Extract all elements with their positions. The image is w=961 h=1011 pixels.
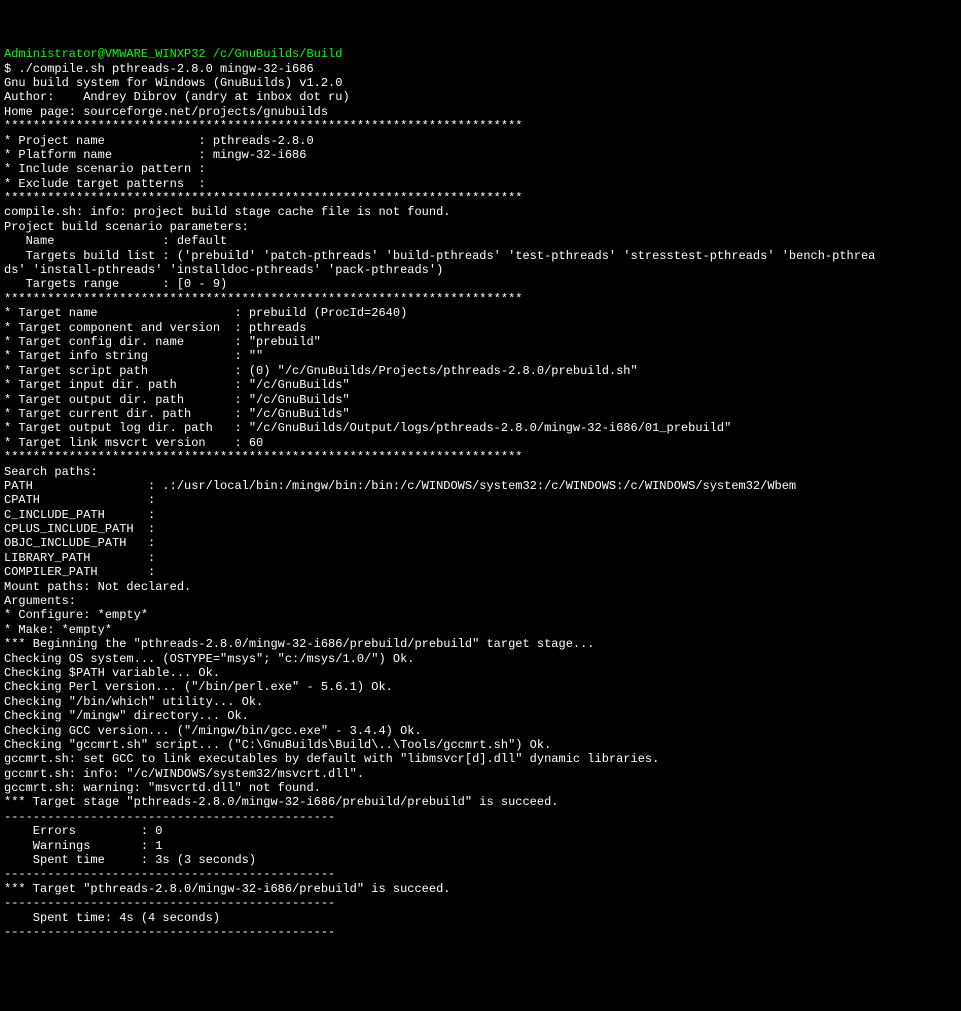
terminal-line: * Target info string : "" [4, 349, 961, 363]
terminal-line: gccmrt.sh: set GCC to link executables b… [4, 752, 961, 766]
terminal-line: ****************************************… [4, 191, 961, 205]
terminal-line: Errors : 0 [4, 824, 961, 838]
terminal-line: ds' 'install-pthreads' 'installdoc-pthre… [4, 263, 961, 277]
terminal-line: * Include scenario pattern : [4, 162, 961, 176]
terminal-line: Arguments: [4, 594, 961, 608]
terminal-line: * Target output dir. path : "/c/GnuBuild… [4, 393, 961, 407]
terminal-line: Checking GCC version... ("/mingw/bin/gcc… [4, 724, 961, 738]
terminal-line: Checking OS system... (OSTYPE="msys"; "c… [4, 652, 961, 666]
terminal-line: ****************************************… [4, 292, 961, 306]
terminal-line: Checking "/bin/which" utility... Ok. [4, 695, 961, 709]
terminal-line: Checking $PATH variable... Ok. [4, 666, 961, 680]
terminal-line: Targets build list : ('prebuild' 'patch-… [4, 249, 961, 263]
terminal-output: $ ./compile.sh pthreads-2.8.0 mingw-32-i… [4, 62, 961, 940]
terminal-line: ****************************************… [4, 119, 961, 133]
terminal-line: C_INCLUDE_PATH : [4, 508, 961, 522]
terminal-line: Mount paths: Not declared. [4, 580, 961, 594]
terminal-line: ****************************************… [4, 450, 961, 464]
terminal-line: * Exclude target patterns : [4, 177, 961, 191]
terminal-line: ----------------------------------------… [4, 810, 961, 824]
terminal-line: * Target output log dir. path : "/c/GnuB… [4, 421, 961, 435]
terminal-line: * Target script path : (0) "/c/GnuBuilds… [4, 364, 961, 378]
terminal-line: * Target link msvcrt version : 60 [4, 436, 961, 450]
terminal-line: Checking "/mingw" directory... Ok. [4, 709, 961, 723]
terminal-line: * Target component and version : pthread… [4, 321, 961, 335]
terminal-line: ----------------------------------------… [4, 925, 961, 939]
terminal-line: * Make: *empty* [4, 623, 961, 637]
terminal-line: PATH : .:/usr/local/bin:/mingw/bin:/bin:… [4, 479, 961, 493]
terminal-line: compile.sh: info: project build stage ca… [4, 205, 961, 219]
terminal-line: * Target current dir. path : "/c/GnuBuil… [4, 407, 961, 421]
terminal-line: CPATH : [4, 493, 961, 507]
terminal-titlebar: Administrator@VMWARE_WINXP32 /c/GnuBuild… [4, 47, 342, 61]
terminal-line: *** Target "pthreads-2.8.0/mingw-32-i686… [4, 882, 961, 896]
terminal-line: OBJC_INCLUDE_PATH : [4, 536, 961, 550]
terminal-line: * Target input dir. path : "/c/GnuBuilds… [4, 378, 961, 392]
terminal-line: Gnu build system for Windows (GnuBuilds)… [4, 76, 961, 90]
terminal-line: Spent time : 3s (3 seconds) [4, 853, 961, 867]
terminal-line: * Target config dir. name : "prebuild" [4, 335, 961, 349]
terminal-line: LIBRARY_PATH : [4, 551, 961, 565]
terminal-line: Spent time: 4s (4 seconds) [4, 911, 961, 925]
terminal-line: ----------------------------------------… [4, 896, 961, 910]
terminal-line: $ ./compile.sh pthreads-2.8.0 mingw-32-i… [4, 62, 961, 76]
terminal-line: * Project name : pthreads-2.8.0 [4, 134, 961, 148]
terminal-line: CPLUS_INCLUDE_PATH : [4, 522, 961, 536]
terminal-line: gccmrt.sh: warning: "msvcrtd.dll" not fo… [4, 781, 961, 795]
terminal-line: Author: Andrey Dibrov (andry at inbox do… [4, 90, 961, 104]
terminal-line: * Configure: *empty* [4, 608, 961, 622]
terminal-line: COMPILER_PATH : [4, 565, 961, 579]
terminal-line: Home page: sourceforge.net/projects/gnub… [4, 105, 961, 119]
terminal-line: Name : default [4, 234, 961, 248]
terminal-line: Warnings : 1 [4, 839, 961, 853]
terminal-line: Checking Perl version... ("/bin/perl.exe… [4, 680, 961, 694]
terminal-line: gccmrt.sh: info: "/c/WINDOWS/system32/ms… [4, 767, 961, 781]
terminal-line: * Platform name : mingw-32-i686 [4, 148, 961, 162]
terminal-line: Checking "gccmrt.sh" script... ("C:\GnuB… [4, 738, 961, 752]
terminal-line: *** Beginning the "pthreads-2.8.0/mingw-… [4, 637, 961, 651]
terminal-line: ----------------------------------------… [4, 867, 961, 881]
terminal-line: Search paths: [4, 465, 961, 479]
terminal-line: * Target name : prebuild (ProcId=2640) [4, 306, 961, 320]
terminal-line: Targets range : [0 - 9) [4, 277, 961, 291]
terminal-line: *** Target stage "pthreads-2.8.0/mingw-3… [4, 795, 961, 809]
terminal-line: Project build scenario parameters: [4, 220, 961, 234]
